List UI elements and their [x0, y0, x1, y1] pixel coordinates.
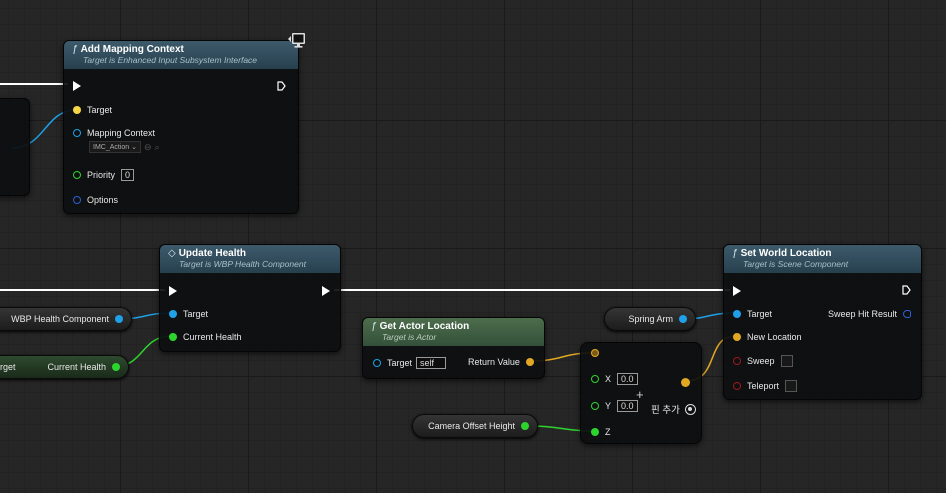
exec-out-pin[interactable]	[902, 285, 911, 295]
node-title: Update Health	[178, 248, 246, 259]
x-input[interactable]: 0.0	[617, 373, 638, 385]
set-world-location-node[interactable]: ƒ Set World Location Target is Scene Comp…	[723, 244, 922, 400]
exec-in-pin[interactable]	[169, 286, 177, 296]
current-health-pin[interactable]: Current Health	[169, 332, 242, 342]
node-subtitle: Target is Actor	[382, 332, 437, 342]
pin-label: Target	[87, 105, 113, 115]
x-pin[interactable]: X 0.0	[591, 373, 638, 385]
z-pin[interactable]: Z	[591, 427, 611, 437]
y-pin[interactable]: Y 0.0	[591, 400, 638, 412]
add-pin-button[interactable]: 핀 추가	[651, 402, 696, 416]
node-subtitle: Target is Enhanced Input Subsystem Inter…	[83, 55, 258, 65]
node-header: ◇ Update Health Target is WBP Health Comp…	[160, 245, 340, 273]
new-location-pin[interactable]: New Location	[733, 332, 802, 342]
teleport-checkbox[interactable]	[785, 380, 798, 392]
function-icon: ƒ	[72, 44, 78, 55]
mapping-context-pin[interactable]: Mapping Context	[73, 128, 155, 138]
function-icon: ƒ	[371, 321, 377, 332]
node-title: Add Mapping Context	[80, 44, 184, 55]
exec-out-pin[interactable]	[322, 286, 330, 296]
output-pin[interactable]	[679, 315, 687, 323]
offscreen-node[interactable]	[0, 98, 30, 196]
mapping-context-select[interactable]: IMC_Action ⌄ ⊖ ⌕	[89, 141, 160, 153]
var-label: Current Health	[47, 362, 106, 372]
monitor-icon	[287, 31, 307, 51]
sweep-hit-result-pin[interactable]: Sweep Hit Result	[828, 309, 912, 319]
search-icon[interactable]: ⌕	[155, 142, 160, 153]
pin-label: Return Value	[468, 357, 520, 367]
teleport-pin[interactable]: Teleport	[733, 380, 798, 392]
pin-label: X	[605, 374, 612, 384]
sweep-checkbox[interactable]	[780, 355, 793, 367]
target-pin[interactable]: Target self	[373, 357, 447, 369]
node-header: ƒ Set World Location Target is Scene Comp…	[724, 245, 921, 273]
target-pin[interactable]: Target	[733, 309, 772, 319]
pin-label: Priority	[87, 170, 116, 180]
priority-input[interactable]: 0	[121, 169, 135, 181]
exec-in-pin[interactable]	[733, 286, 741, 296]
output-pin[interactable]	[112, 363, 120, 371]
y-input[interactable]: 0.0	[617, 400, 638, 412]
update-health-node[interactable]: ◇ Update Health Target is WBP Health Comp…	[159, 244, 341, 352]
var-label: WBP Health Component	[11, 314, 109, 324]
current-health-var[interactable]: arget Current Health	[0, 355, 129, 379]
pin-label: Sweep Hit Result	[828, 309, 898, 319]
spring-arm-var[interactable]: Spring Arm	[604, 307, 696, 331]
pin-label: New Location	[747, 332, 802, 342]
exec-in-pin[interactable]	[73, 81, 81, 91]
target-pin[interactable]: Target	[169, 309, 208, 319]
target-pin[interactable]: Target	[73, 105, 112, 115]
target-input[interactable]: self	[416, 357, 447, 369]
use-asset-icon[interactable]: ⊖	[144, 142, 152, 153]
mapping-value: IMC_Action	[93, 144, 130, 151]
pin-label: Current Health	[183, 332, 242, 342]
get-actor-location-node[interactable]: ƒ Get Actor Location Target is Actor Targ…	[362, 317, 545, 379]
camera-offset-height-var[interactable]: Camera Offset Height	[412, 414, 538, 438]
make-vector-node[interactable]: X 0.0 Y 0.0 Z + 핀 추가	[580, 342, 702, 444]
pin-label: Sweep	[747, 356, 775, 366]
options-pin[interactable]: Options	[73, 195, 118, 205]
event-icon: ◇	[168, 248, 176, 259]
node-subtitle: Target is WBP Health Component	[179, 259, 306, 269]
pin-label: Y	[605, 401, 612, 411]
output-pin[interactable]	[521, 422, 529, 430]
node-subtitle: Target is Scene Component	[743, 259, 849, 269]
output-pin[interactable]	[115, 315, 123, 323]
pin-label: Options	[87, 195, 119, 205]
wbp-health-component-var[interactable]: WBP Health Component	[0, 307, 132, 331]
plus-icon: +	[636, 387, 644, 402]
pin-label: Mapping Context	[87, 128, 156, 138]
vector-out-pin[interactable]	[681, 378, 690, 387]
exec-out-pin[interactable]	[277, 81, 286, 91]
add-pin-icon	[684, 403, 696, 415]
chevron-down-icon: ⌄	[131, 144, 138, 151]
pin-label: Target	[747, 309, 773, 319]
var-label: Camera Offset Height	[428, 421, 515, 431]
function-icon: ƒ	[732, 248, 738, 259]
pin-label: Target	[183, 309, 209, 319]
add-pin-label: 핀 추가	[651, 405, 680, 416]
var-label-prefix: arget	[0, 362, 16, 372]
node-title: Get Actor Location	[379, 321, 470, 332]
vector-in-pin[interactable]	[591, 349, 599, 357]
pin-label: Teleport	[747, 381, 780, 391]
node-title: Set World Location	[740, 248, 832, 259]
node-header: ƒ Get Actor Location Target is Actor	[363, 318, 544, 346]
return-value-pin[interactable]: Return Value	[468, 357, 534, 367]
pin-label: Target	[387, 358, 413, 368]
priority-pin[interactable]: Priority 0	[73, 169, 135, 181]
pin-label: Z	[605, 427, 611, 437]
var-label: Spring Arm	[628, 314, 673, 324]
node-header: ƒ Add Mapping Context Target is Enhanced …	[64, 41, 298, 69]
add-mapping-context-node[interactable]: ƒ Add Mapping Context Target is Enhanced …	[63, 40, 299, 214]
sweep-pin[interactable]: Sweep	[733, 355, 793, 367]
